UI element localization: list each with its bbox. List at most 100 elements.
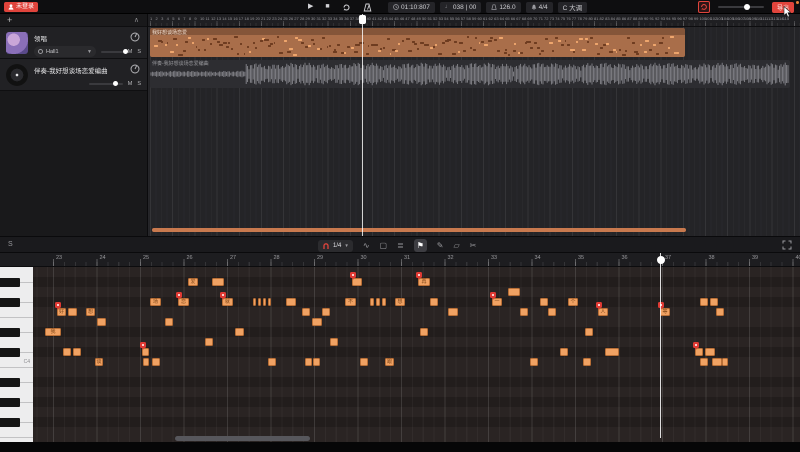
midi-note[interactable]: 跟 bbox=[385, 358, 394, 366]
midi-note[interactable] bbox=[305, 358, 312, 366]
midi-note[interactable] bbox=[268, 298, 271, 306]
track-volume-slider[interactable] bbox=[89, 83, 123, 85]
midi-note[interactable]: 不 bbox=[345, 298, 356, 306]
volume-knob[interactable] bbox=[744, 4, 750, 10]
pitch-pin-marker[interactable] bbox=[490, 292, 496, 298]
midi-note[interactable] bbox=[263, 298, 266, 306]
arrangement-area[interactable]: 1234567891011121314151617181920212223242… bbox=[148, 14, 800, 236]
pointer-tool-selected[interactable]: ⚑ bbox=[414, 239, 427, 252]
midi-note[interactable] bbox=[143, 358, 149, 366]
midi-note[interactable] bbox=[548, 308, 556, 316]
piano-roll-ruler[interactable]: 232425262728293031323334353637383940 bbox=[0, 253, 800, 267]
playhead[interactable] bbox=[362, 14, 363, 236]
track-row-accompaniment[interactable]: 伴奏-我好想谈场恋爱编曲 M S bbox=[0, 59, 147, 91]
midi-note[interactable] bbox=[97, 318, 106, 326]
midi-note[interactable]: 想 bbox=[395, 298, 405, 306]
solo-indicator[interactable]: S bbox=[8, 241, 13, 248]
midi-note[interactable] bbox=[605, 348, 619, 356]
add-track-button[interactable]: + bbox=[7, 14, 12, 27]
position-display[interactable]: ♩ 038 | 00 bbox=[440, 2, 481, 13]
midi-note[interactable] bbox=[322, 308, 330, 316]
piano-key-black[interactable] bbox=[0, 418, 20, 427]
mute-button[interactable]: M bbox=[128, 81, 133, 87]
track-volume-knob[interactable] bbox=[123, 49, 128, 54]
mute-button[interactable]: M bbox=[128, 49, 133, 55]
time-display[interactable]: 01:10:807 bbox=[388, 2, 435, 13]
midi-note[interactable] bbox=[540, 298, 548, 306]
pitch-pin-marker[interactable] bbox=[55, 302, 61, 308]
layers-tool[interactable]: ≣ bbox=[397, 239, 404, 252]
pitch-pin-marker[interactable] bbox=[693, 342, 699, 348]
midi-note[interactable]: 我 bbox=[45, 328, 61, 336]
snap-setting-dropdown[interactable]: 1/4 ▼ bbox=[318, 240, 353, 252]
audio-region[interactable]: 伴奏-我好想谈场恋爱编曲 bbox=[150, 60, 790, 88]
playhead-handle-dot[interactable] bbox=[657, 256, 665, 264]
midi-note[interactable] bbox=[705, 348, 715, 356]
track-volume-slider[interactable] bbox=[101, 51, 123, 53]
midi-note[interactable] bbox=[313, 358, 320, 366]
key-display[interactable]: C 大调 bbox=[558, 2, 588, 13]
arrangement-zoom-scrollbar[interactable] bbox=[152, 228, 686, 232]
pitch-pin-marker[interactable] bbox=[350, 272, 356, 278]
midi-note[interactable] bbox=[520, 308, 528, 316]
midi-note[interactable] bbox=[235, 328, 244, 336]
stop-button[interactable]: ■ bbox=[325, 0, 329, 14]
expand-icon[interactable] bbox=[782, 240, 792, 250]
midi-note[interactable] bbox=[312, 318, 322, 326]
retry-generate-button[interactable] bbox=[698, 1, 710, 13]
midi-note[interactable] bbox=[508, 288, 520, 296]
midi-region[interactable]: 我好想谈场恋爱 bbox=[150, 28, 685, 57]
playhead-handle[interactable] bbox=[359, 15, 366, 24]
midi-note[interactable] bbox=[68, 308, 77, 316]
midi-note[interactable] bbox=[585, 328, 593, 336]
export-button[interactable]: 导出 bbox=[772, 2, 794, 13]
metronome-icon[interactable] bbox=[363, 3, 372, 12]
piano-key-black[interactable] bbox=[0, 378, 20, 387]
solo-button[interactable]: S bbox=[137, 49, 141, 55]
midi-note[interactable] bbox=[712, 358, 722, 366]
piano-key-black[interactable] bbox=[0, 278, 20, 287]
midi-note[interactable] bbox=[63, 348, 71, 356]
midi-note[interactable] bbox=[268, 358, 276, 366]
velocity-tool[interactable]: ▢ bbox=[380, 239, 388, 252]
midi-note[interactable] bbox=[370, 298, 374, 306]
midi-note[interactable] bbox=[716, 308, 724, 316]
midi-note[interactable] bbox=[382, 298, 386, 306]
midi-note[interactable] bbox=[165, 318, 173, 326]
midi-note[interactable] bbox=[205, 338, 213, 346]
midi-note[interactable] bbox=[360, 358, 368, 366]
midi-note[interactable]: 想 bbox=[86, 308, 95, 316]
midi-note[interactable] bbox=[286, 298, 296, 306]
midi-note[interactable] bbox=[212, 278, 224, 286]
master-volume-slider[interactable] bbox=[718, 6, 764, 8]
midi-note[interactable] bbox=[152, 358, 160, 366]
midi-note[interactable] bbox=[330, 338, 338, 346]
pan-knob-icon[interactable] bbox=[130, 64, 140, 74]
midi-note[interactable] bbox=[560, 348, 568, 356]
midi-note[interactable]: 场 bbox=[150, 298, 161, 306]
pan-knob-icon[interactable] bbox=[130, 32, 140, 42]
solo-button[interactable]: S bbox=[137, 81, 141, 87]
pitch-pin-marker[interactable] bbox=[658, 302, 664, 308]
arrangement-ruler[interactable]: 1234567891011121314151617181920212223242… bbox=[148, 14, 800, 27]
tempo-display[interactable]: 126.0 bbox=[486, 2, 520, 13]
midi-note[interactable]: 个 bbox=[568, 298, 578, 306]
midi-note[interactable] bbox=[448, 308, 458, 316]
pitch-pin-marker[interactable] bbox=[220, 292, 226, 298]
piano-roll-scrollbar[interactable] bbox=[175, 436, 310, 441]
midi-note[interactable] bbox=[700, 358, 708, 366]
midi-note[interactable] bbox=[302, 308, 310, 316]
piano-keyboard[interactable]: C4 bbox=[0, 267, 33, 442]
midi-note[interactable]: 爱 bbox=[188, 278, 198, 286]
midi-note[interactable] bbox=[73, 348, 81, 356]
scissors-tool[interactable]: ✂ bbox=[470, 239, 477, 252]
midi-note[interactable] bbox=[376, 298, 380, 306]
pitch-pin-marker[interactable] bbox=[176, 292, 182, 298]
midi-note[interactable] bbox=[258, 298, 261, 306]
play-button[interactable]: ▶ bbox=[308, 0, 313, 14]
piano-key-black[interactable] bbox=[0, 328, 20, 337]
midi-note[interactable] bbox=[583, 358, 591, 366]
track-volume-knob[interactable] bbox=[113, 81, 118, 86]
midi-note[interactable] bbox=[700, 298, 708, 306]
midi-note[interactable] bbox=[722, 358, 728, 366]
